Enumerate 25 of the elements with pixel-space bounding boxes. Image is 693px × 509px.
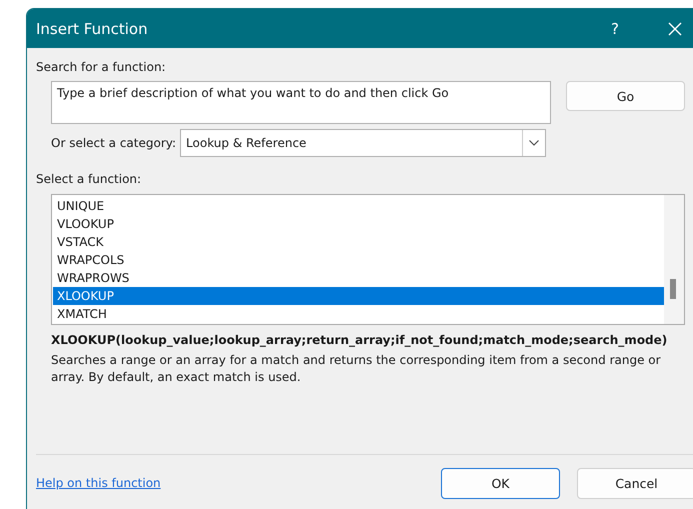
function-item[interactable]: XLOOKUP	[53, 287, 664, 305]
close-button[interactable]	[667, 20, 683, 36]
help-button[interactable]: ?	[605, 20, 625, 38]
function-item[interactable]: XMATCH	[53, 305, 664, 323]
go-button[interactable]: Go	[566, 81, 685, 111]
function-item[interactable]: WRAPCOLS	[53, 251, 664, 269]
scrollbar-thumb[interactable]	[670, 279, 676, 299]
function-item[interactable]: WRAPROWS	[53, 269, 664, 287]
search-label: Search for a function:	[36, 60, 167, 74]
category-label: Or select a category:	[51, 136, 176, 150]
search-field[interactable]: Type a brief description of what you want to do and then click Go	[51, 81, 551, 124]
window-title: Insert Function	[36, 20, 149, 38]
close-icon	[668, 22, 682, 36]
function-syntax: XLOOKUP(lookup_value;lookup_array;return_array;if_not_found;match_mode;search_mode)	[51, 333, 668, 347]
chevron-down-icon	[529, 140, 540, 146]
function-item[interactable]: UNIQUE	[53, 197, 664, 215]
ok-button[interactable]: OK	[441, 468, 560, 498]
function-item[interactable]: VSTACK	[53, 233, 664, 251]
function-item[interactable]: VLOOKUP	[53, 215, 664, 233]
help-link[interactable]: Help on this function	[36, 476, 441, 490]
cancel-button[interactable]: Cancel	[577, 468, 693, 498]
function-list-label: Select a function:	[36, 172, 142, 186]
scrollbar[interactable]	[664, 195, 684, 324]
function-description: Searches a range or an array for a match and returns the corresponding item from a second range or array. By default, an exact match is used.	[51, 352, 662, 386]
category-dropdown[interactable]: Lookup & Reference	[180, 129, 546, 157]
